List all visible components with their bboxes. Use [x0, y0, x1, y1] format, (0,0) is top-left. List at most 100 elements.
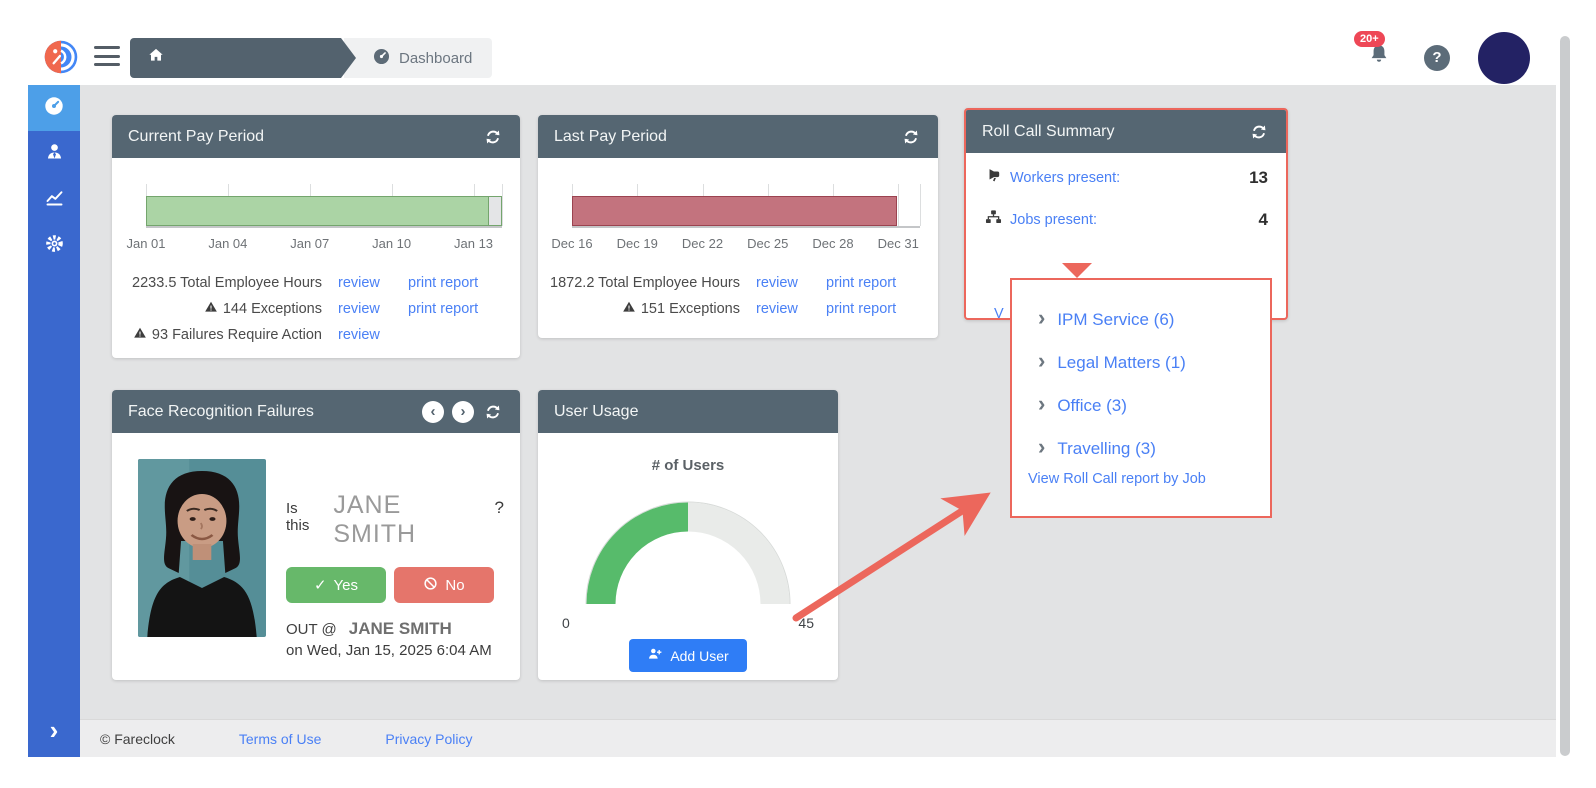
- refresh-icon[interactable]: [900, 126, 922, 148]
- sitemap-icon: [984, 208, 1010, 232]
- topbar: Dashboard 20+ ?: [0, 30, 1596, 85]
- user-avatar[interactable]: [1478, 32, 1530, 84]
- dashboard-gauge-icon: [372, 47, 391, 70]
- previous-button[interactable]: ‹: [422, 401, 444, 423]
- stat-failures: 93 Failures Require Action review: [112, 322, 500, 348]
- users-gauge: [568, 486, 808, 613]
- fareclock-logo-icon: [40, 36, 82, 78]
- notifications-bell-icon[interactable]: 20+: [1366, 41, 1396, 75]
- warning-icon: [133, 326, 147, 344]
- chevron-right-icon: ›: [1038, 393, 1045, 415]
- gauge-title: # of Users: [538, 457, 838, 474]
- review-link[interactable]: review: [338, 301, 404, 317]
- notifications-count-badge: 20+: [1354, 31, 1385, 47]
- ban-icon: [423, 576, 438, 595]
- gauge-max-label: 45: [798, 615, 814, 631]
- copyright-text: © Fareclock: [100, 731, 175, 747]
- user-tie-icon: [44, 141, 65, 167]
- stat-total-hours: 2233.5 Total Employee Hours review print…: [112, 270, 500, 296]
- check-icon: ✓: [314, 576, 327, 594]
- pay-period-bar-chart: [146, 184, 502, 228]
- refresh-icon[interactable]: [482, 401, 504, 423]
- card-face-recognition: Face Recognition Failures ‹ ›: [112, 390, 520, 680]
- breadcrumb-home-tab[interactable]: [130, 38, 356, 78]
- view-roll-call-by-job-link[interactable]: View Roll Call report by Job: [1028, 471, 1206, 487]
- review-link[interactable]: review: [756, 301, 822, 317]
- roll-call-workers-row: Workers present: 13: [966, 161, 1286, 195]
- popup-job-item[interactable]: › IPM Service (6): [1038, 298, 1270, 341]
- x-axis-ticks: Dec 16 Dec 19 Dec 22 Dec 25 Dec 28 Dec 3…: [572, 234, 920, 256]
- suggested-name: JANE SMITH: [333, 491, 484, 549]
- popup-pointer-triangle: [1062, 263, 1092, 278]
- terms-of-use-link[interactable]: Terms of Use: [239, 731, 321, 747]
- punch-location: OUT @ JANE SMITH: [286, 619, 504, 639]
- chevron-right-icon: ›: [1038, 307, 1045, 329]
- dashboard-gauge-icon: [43, 95, 65, 122]
- gauge-min-label: 0: [562, 615, 570, 631]
- yes-button[interactable]: ✓ Yes: [286, 567, 386, 603]
- face-question: Is this JANE SMITH ?: [286, 491, 504, 549]
- sidebar-item-settings[interactable]: [28, 223, 80, 269]
- home-icon: [146, 46, 166, 71]
- gear-icon: [44, 233, 65, 259]
- review-link[interactable]: review: [756, 275, 822, 291]
- review-link[interactable]: review: [338, 327, 404, 343]
- app-window: Dashboard 20+ ?: [0, 0, 1596, 788]
- sidebar: ›: [28, 85, 80, 757]
- worker-photo: [138, 459, 266, 637]
- next-button[interactable]: ›: [452, 401, 474, 423]
- breadcrumb-dashboard-label: Dashboard: [399, 50, 472, 67]
- roll-call-jobs-row: Jobs present: 4: [966, 203, 1286, 237]
- line-chart-icon: [44, 187, 65, 213]
- card-last-pay-period: Last Pay Period: [538, 115, 938, 338]
- popup-job-item[interactable]: › Office (3): [1038, 384, 1270, 427]
- add-user-button[interactable]: Add User: [629, 639, 747, 672]
- x-axis-ticks: Jan 01 Jan 04 Jan 07 Jan 10 Jan 13: [146, 234, 502, 256]
- stat-exceptions: 144 Exceptions review print report: [112, 296, 500, 322]
- review-link[interactable]: review: [338, 275, 404, 291]
- current-period-bar: [146, 196, 502, 226]
- privacy-policy-link[interactable]: Privacy Policy: [385, 731, 472, 747]
- print-report-link[interactable]: print report: [408, 275, 500, 291]
- breadcrumb: Dashboard: [130, 38, 492, 78]
- popup-job-item[interactable]: › Legal Matters (1): [1038, 341, 1270, 384]
- print-report-link[interactable]: print report: [826, 275, 918, 291]
- popup-job-item[interactable]: › Travelling (3): [1038, 427, 1270, 470]
- refresh-icon[interactable]: [1248, 121, 1270, 143]
- punch-timestamp: on Wed, Jan 15, 2025 6:04 AM: [286, 642, 504, 659]
- jobs-present-value: 4: [1259, 210, 1268, 230]
- view-roll-call-by-worker-link[interactable]: V: [994, 306, 1004, 322]
- sidebar-item-people[interactable]: [28, 131, 80, 177]
- card-title: Roll Call Summary: [982, 123, 1114, 141]
- sidebar-expand-button[interactable]: ›: [28, 709, 80, 757]
- pay-period-bar-chart: [572, 184, 920, 228]
- card-title: Face Recognition Failures: [128, 403, 314, 421]
- warning-icon: [204, 300, 218, 318]
- footer: © Fareclock Terms of Use Privacy Policy: [80, 719, 1556, 757]
- workers-present-value: 13: [1249, 168, 1268, 188]
- print-report-link[interactable]: print report: [826, 301, 918, 317]
- help-button[interactable]: ?: [1424, 45, 1450, 71]
- sidebar-item-reports[interactable]: [28, 177, 80, 223]
- card-title: Current Pay Period: [128, 128, 264, 146]
- sidebar-item-dashboard[interactable]: [28, 85, 80, 131]
- no-button[interactable]: No: [394, 567, 494, 603]
- last-period-bar: [572, 196, 897, 226]
- card-title: User Usage: [554, 403, 638, 421]
- menu-hamburger-icon[interactable]: [94, 46, 120, 66]
- megaphone-icon: [984, 166, 1010, 190]
- main-content: Current Pay Period: [80, 85, 1556, 757]
- page-scrollbar: [1560, 36, 1570, 756]
- card-user-usage: User Usage # of Users 0 45: [538, 390, 838, 680]
- chevron-right-icon: ›: [1038, 350, 1045, 372]
- workers-present-link[interactable]: Workers present:: [1010, 170, 1249, 186]
- stat-exceptions: 151 Exceptions review print report: [538, 296, 918, 322]
- card-current-pay-period: Current Pay Period: [112, 115, 520, 358]
- person-add-icon: [647, 646, 663, 665]
- card-title: Last Pay Period: [554, 128, 667, 146]
- refresh-icon[interactable]: [482, 126, 504, 148]
- jobs-present-link[interactable]: Jobs present:: [1010, 212, 1259, 228]
- scrollbar-thumb[interactable]: [1560, 36, 1570, 756]
- print-report-link[interactable]: print report: [408, 301, 500, 317]
- breadcrumb-dashboard-tab[interactable]: Dashboard: [344, 38, 492, 78]
